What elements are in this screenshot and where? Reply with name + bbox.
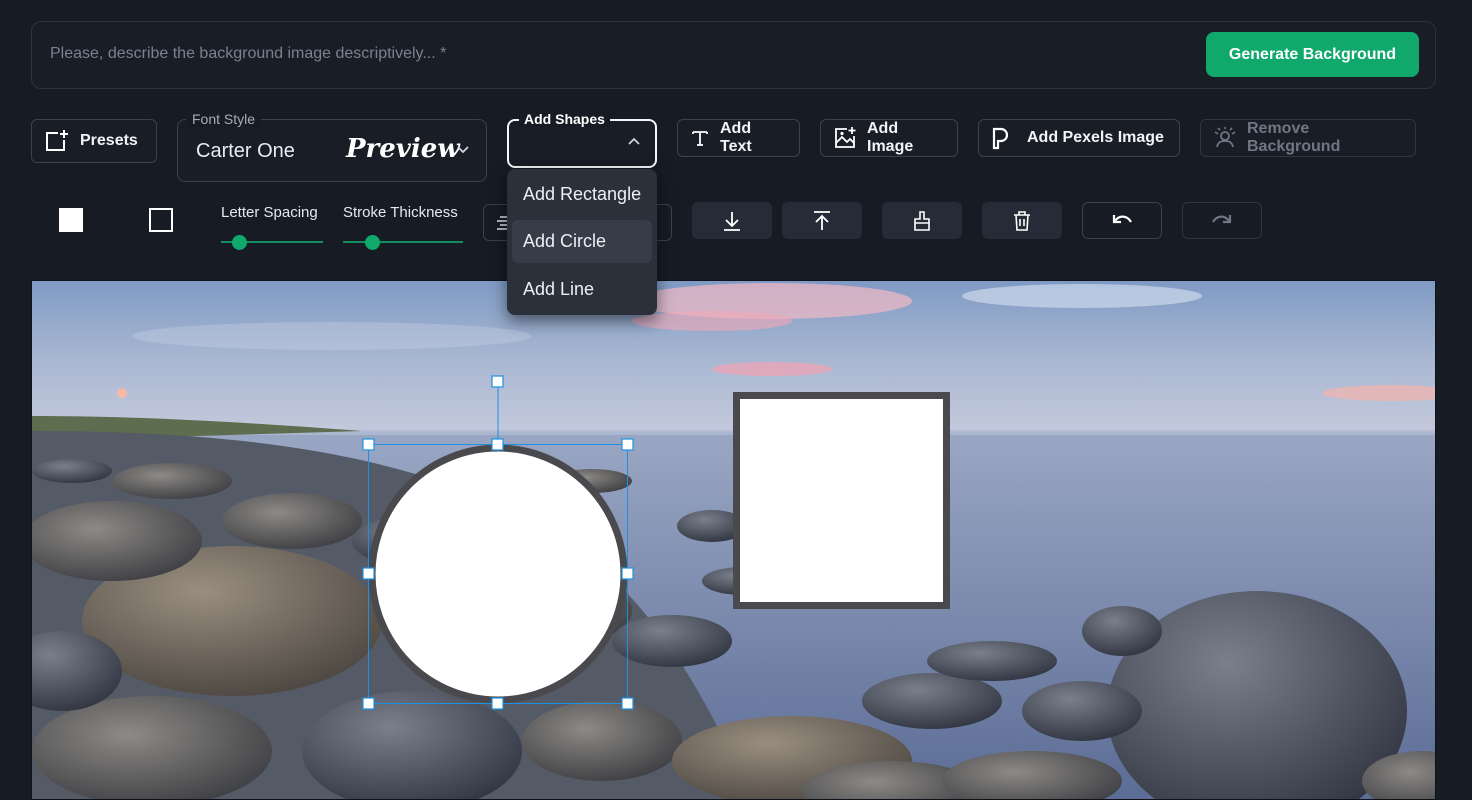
add-pexels-image-button[interactable]: Add Pexels Image [978, 119, 1180, 157]
chevron-down-icon [457, 146, 469, 154]
fill-color-swatch[interactable] [59, 208, 83, 232]
add-image-label: Add Image [867, 120, 914, 155]
design-canvas[interactable] [31, 280, 1436, 800]
add-text-button[interactable]: Add Text [677, 119, 800, 157]
font-name: Carter One [196, 140, 295, 162]
prompt-bar: Please, describe the background image de… [31, 21, 1436, 89]
remove-background-button[interactable]: Remove Background [1200, 119, 1416, 157]
download-arrow-icon [724, 211, 740, 231]
letter-spacing-label: Letter Spacing [221, 204, 318, 221]
stroke-thickness-thumb[interactable] [365, 235, 380, 250]
stroke-thickness-label: Stroke Thickness [343, 204, 458, 221]
menu-item-add-rectangle[interactable]: Add Rectangle [512, 173, 652, 216]
font-preview: Preview [346, 134, 460, 164]
font-style-select[interactable]: Carter One Preview [177, 119, 487, 182]
send-backward-button[interactable] [692, 202, 772, 239]
menu-item-add-line[interactable]: Add Line [512, 268, 652, 311]
pexels-p-icon [992, 127, 1009, 150]
bring-forward-button[interactable] [782, 202, 862, 239]
background-image [32, 281, 1435, 799]
image-plus-icon [835, 127, 856, 148]
redo-button[interactable] [1182, 202, 1262, 239]
delete-button[interactable] [982, 202, 1062, 239]
circle-shape [368, 444, 628, 704]
text-icon [692, 131, 708, 146]
remove-bg-icon [1214, 127, 1236, 148]
letter-spacing-thumb[interactable] [232, 235, 247, 250]
menu-item-add-circle[interactable]: Add Circle [512, 220, 652, 263]
stroke-thickness-track[interactable] [343, 241, 463, 243]
remove-background-label: Remove Background [1247, 120, 1341, 155]
add-text-label: Add Text [720, 120, 752, 155]
prompt-input[interactable]: Please, describe the background image de… [50, 45, 446, 63]
trash-icon [1014, 210, 1030, 231]
undo-icon [1112, 214, 1132, 223]
brush-icon [914, 210, 930, 231]
presets-button[interactable]: Presets [31, 119, 157, 163]
stroke-color-swatch[interactable] [149, 208, 173, 232]
undo-button[interactable] [1082, 202, 1162, 239]
add-pexels-label: Add Pexels Image [1027, 129, 1164, 146]
upload-arrow-icon [814, 210, 830, 230]
presets-label: Presets [80, 132, 138, 149]
add-shapes-menu: Add Rectangle Add Circle Add Line [507, 169, 657, 315]
generate-background-button[interactable]: Generate Background [1206, 32, 1419, 77]
rectangle-shape [733, 392, 950, 609]
font-style-label: Font Style [186, 111, 262, 127]
brush-button[interactable] [882, 202, 962, 239]
add-image-button[interactable]: Add Image [820, 119, 958, 157]
redo-icon [1212, 214, 1232, 223]
add-shapes-label: Add Shapes [519, 111, 610, 127]
add-square-icon [46, 130, 68, 151]
chevron-up-icon [628, 137, 640, 145]
